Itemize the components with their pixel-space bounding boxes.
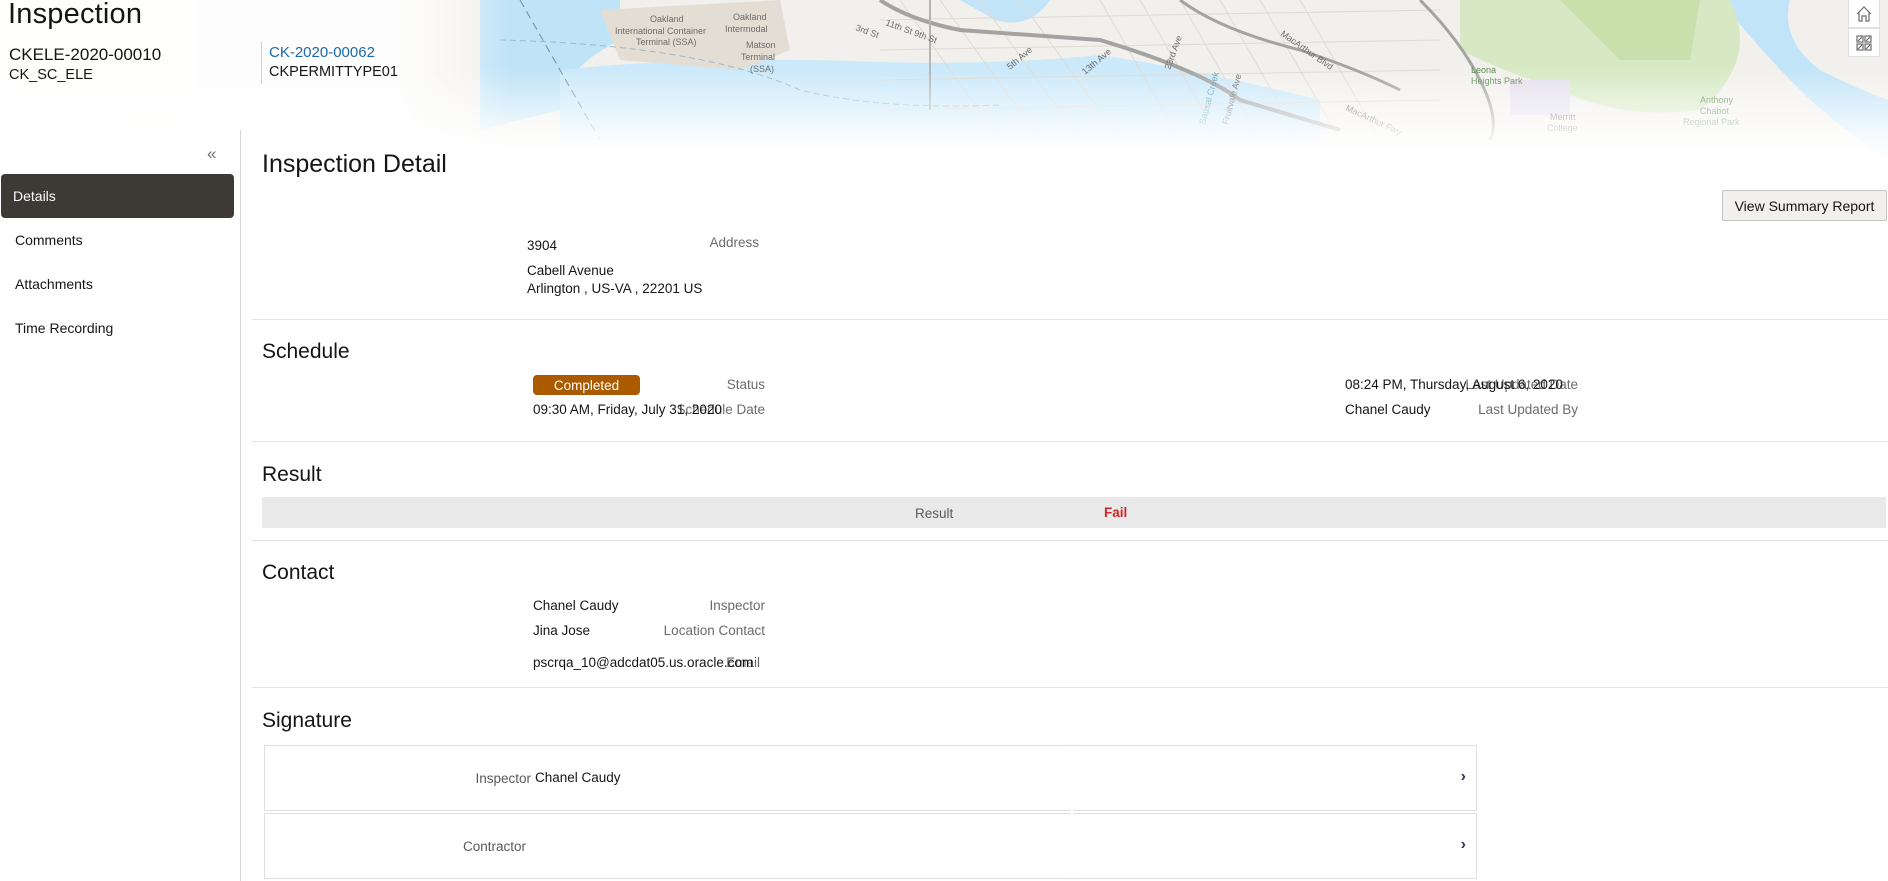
section-divider <box>252 441 1888 442</box>
schedule-date-value: 09:30 AM, Friday, July 31, 2020 <box>533 402 722 417</box>
inspector-value: Chanel Caudy <box>533 598 619 613</box>
section-divider <box>252 540 1888 541</box>
location-contact-label: Location Contact <box>663 623 765 638</box>
chevron-right-icon[interactable]: › <box>1461 768 1466 786</box>
sidebar-item-label: Attachments <box>15 276 93 292</box>
record-type: CK_SC_ELE <box>9 67 93 83</box>
signature-title: Signature <box>262 709 352 732</box>
signature-row-inspector[interactable]: Inspector Chanel Caudy › <box>264 745 1477 811</box>
inspection-detail-title: Inspection Detail <box>262 150 447 178</box>
main-content: Inspection Detail View Summary Report Ad… <box>242 130 1888 881</box>
result-label: Result <box>915 506 954 521</box>
sidebar-item-label: Comments <box>15 232 83 248</box>
address-line1: 3904 <box>527 238 558 253</box>
status-badge: Completed <box>533 375 640 395</box>
last-updated-by-label: Last Updated By <box>1478 402 1578 417</box>
permit-type: CKPERMITTYPE01 <box>269 64 398 80</box>
last-updated-by-value: Chanel Caudy <box>1345 402 1431 417</box>
result-row: Result Fail <box>262 497 1886 528</box>
home-icon <box>1856 5 1872 22</box>
result-title: Result <box>262 463 322 486</box>
record-id: CKELE-2020-00010 <box>9 45 162 64</box>
section-divider <box>252 319 1888 320</box>
status-label: Status <box>726 377 765 392</box>
sidebar-item-label: Details <box>13 188 56 204</box>
location-contact-value: Jina Jose <box>533 623 591 638</box>
page-title: Inspection <box>8 0 143 30</box>
signature-label: Contractor <box>462 839 526 854</box>
sidebar-item-comments[interactable]: Comments <box>1 218 234 262</box>
map-home-button[interactable] <box>1848 0 1880 28</box>
signature-value: Chanel Caudy <box>535 770 621 785</box>
address-line2: Cabell Avenue <box>527 263 614 278</box>
sidebar-item-time-recording[interactable]: Time Recording <box>1 306 234 350</box>
sidebar-item-details[interactable]: Details <box>1 174 234 218</box>
sidebar-item-label: Time Recording <box>15 320 114 336</box>
view-summary-report-button[interactable]: View Summary Report <box>1722 190 1887 221</box>
email-value: pscrqa_10@adcdat05.us.oracle.com <box>533 655 754 670</box>
sidebar-item-attachments[interactable]: Attachments <box>1 262 234 306</box>
chevron-right-icon[interactable]: › <box>1461 836 1466 854</box>
sidebar: « Details Comments Attachments Time Reco… <box>0 130 241 881</box>
contact-title: Contact <box>262 561 335 584</box>
address-line3: Arlington , US-VA , 22201 US <box>527 281 703 296</box>
collapse-sidebar-icon[interactable]: « <box>207 144 217 164</box>
header-divider <box>261 42 262 84</box>
section-divider <box>252 687 1888 688</box>
permit-link[interactable]: CK-2020-00062 <box>269 44 375 61</box>
basemap-gallery-icon <box>1856 34 1872 51</box>
inspector-label: Inspector <box>709 598 765 613</box>
schedule-title: Schedule <box>262 340 350 363</box>
result-value: Fail <box>1104 505 1128 520</box>
signature-label: Inspector <box>475 771 531 786</box>
basemap-gallery-button[interactable] <box>1848 28 1880 57</box>
signature-row-contractor[interactable]: Contractor › <box>264 813 1477 879</box>
last-updated-date-value: 08:24 PM, Thursday, August 6, 2020 <box>1345 377 1563 392</box>
address-label: Address <box>709 235 759 250</box>
